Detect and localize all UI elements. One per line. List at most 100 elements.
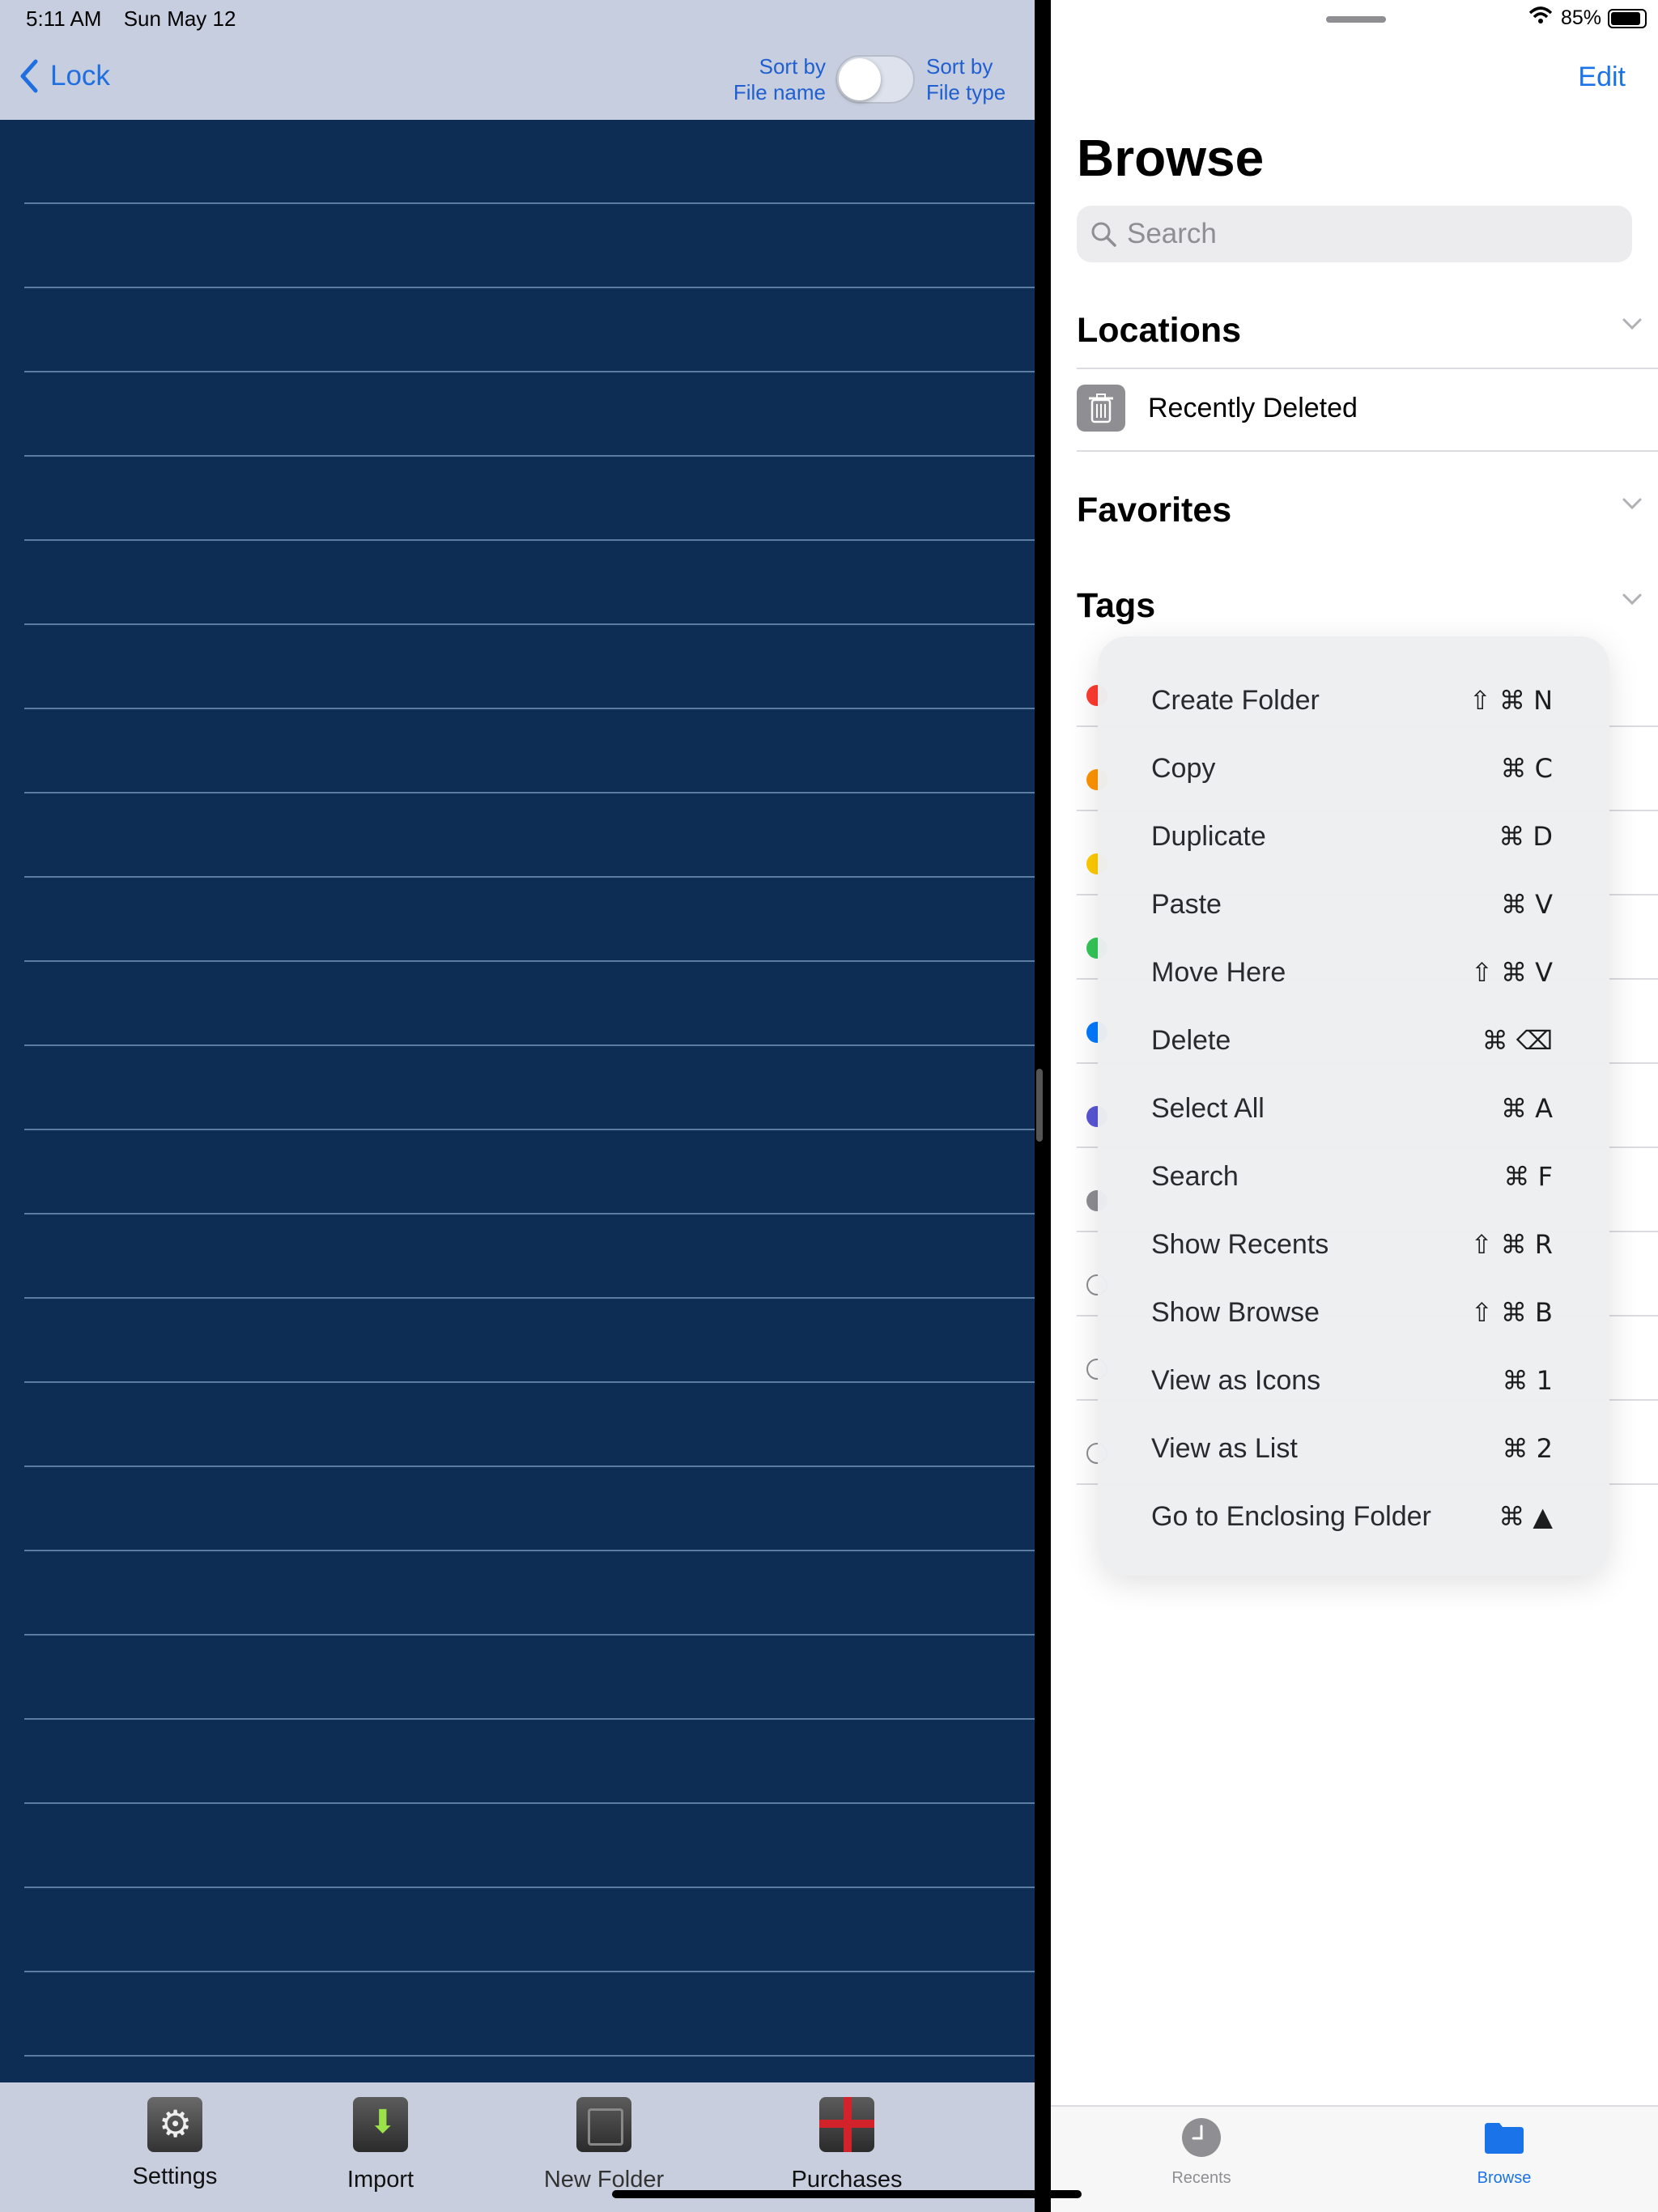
list-row-separator [24, 876, 1035, 878]
menu-item-label: Select All [1151, 1093, 1265, 1124]
settings-button[interactable]: Settings [94, 2097, 256, 2190]
back-button[interactable]: Lock [18, 58, 110, 94]
section-favorites-label: Favorites [1077, 491, 1232, 530]
list-row-separator [24, 960, 1035, 962]
menu-item[interactable]: Show Browse ⇧ ⌘ B [1098, 1278, 1609, 1346]
list-row-separator [24, 1465, 1035, 1467]
sort-toggle[interactable] [835, 55, 915, 104]
tab-browse[interactable]: Browse [1407, 2116, 1601, 2188]
list-row-separator [24, 1718, 1035, 1720]
menu-item-label: Move Here [1151, 957, 1286, 988]
menu-item[interactable]: View as Icons ⌘ 1 [1098, 1346, 1609, 1414]
divider [1077, 450, 1658, 452]
menu-item-shortcut: ⌘ 1 [1502, 1365, 1553, 1396]
status-date: Sun May 12 [123, 6, 236, 31]
import-label: Import [346, 2167, 414, 2193]
location-recently-deleted[interactable]: Recently Deleted [1077, 384, 1658, 432]
keyboard-shortcut-menu: Create Folder ⇧ ⌘ N Copy ⌘ C Duplicate ⌘ D Pas… [1098, 636, 1609, 1576]
menu-item-shortcut: ⌘ A [1500, 1093, 1553, 1124]
menu-item[interactable]: Duplicate ⌘ D [1098, 802, 1609, 870]
left-app: 5:11 AM Sun May 12 Lock Sort by File nam… [0, 0, 1035, 2212]
menu-item-label: Delete [1151, 1025, 1231, 1056]
tab-recents-label: Recents [1171, 2169, 1231, 2187]
sort-right-line1: Sort by [926, 54, 993, 79]
list-row-separator [24, 202, 1035, 204]
new-folder-button[interactable]: New Folder [523, 2097, 685, 2193]
section-favorites[interactable]: Favorites [1077, 491, 1648, 530]
list-row-separator [24, 2055, 1035, 2057]
folder-icon [1485, 2123, 1524, 2154]
settings-icon [147, 2097, 202, 2152]
tab-bar: Recents Browse [1051, 2105, 1658, 2212]
toggle-knob [839, 58, 881, 100]
menu-item-shortcut: ⌘ 2 [1502, 1433, 1553, 1464]
menu-item-label: Show Recents [1151, 1229, 1329, 1260]
file-list[interactable] [0, 120, 1035, 2082]
menu-item[interactable]: Create Folder ⇧ ⌘ N [1098, 666, 1609, 734]
left-header: 5:11 AM Sun May 12 Lock Sort by File nam… [0, 0, 1035, 120]
new-folder-icon [576, 2097, 631, 2152]
menu-item[interactable]: Show Recents ⇧ ⌘ R [1098, 1210, 1609, 1278]
home-indicator[interactable] [612, 2190, 1082, 2198]
menu-item-shortcut: ⌘ ⌫ [1482, 1025, 1553, 1056]
import-button[interactable]: Import [300, 2097, 461, 2193]
menu-item-shortcut: ⌘ ▲ [1499, 1501, 1553, 1532]
menu-item-shortcut: ⇧ ⌘ V [1470, 957, 1553, 988]
battery-icon [1608, 8, 1647, 28]
import-icon [353, 2097, 408, 2152]
window-grabber[interactable] [1326, 16, 1386, 23]
settings-label: Settings [132, 2163, 218, 2189]
list-row-separator [24, 1550, 1035, 1551]
status-bar-right: 85% [1528, 6, 1647, 30]
menu-item-label: View as Icons [1151, 1365, 1321, 1396]
list-row-separator [24, 1971, 1035, 1972]
section-tags[interactable]: Tags [1077, 586, 1648, 626]
list-row-separator [24, 1129, 1035, 1130]
tab-browse-label: Browse [1477, 2169, 1532, 2187]
menu-item[interactable]: View as List ⌘ 2 [1098, 1414, 1609, 1482]
list-row-separator [24, 1213, 1035, 1214]
tab-recents[interactable]: Recents [1104, 2116, 1299, 2188]
chevron-down-icon [1622, 593, 1642, 606]
list-row-separator [24, 287, 1035, 288]
edit-button[interactable]: Edit [1578, 62, 1626, 93]
divider [1077, 368, 1658, 369]
menu-item-shortcut: ⇧ ⌘ N [1469, 685, 1553, 716]
status-time: 5:11 AM [26, 6, 102, 31]
menu-item[interactable]: Paste ⌘ V [1098, 870, 1609, 938]
menu-item-shortcut: ⇧ ⌘ B [1470, 1297, 1553, 1328]
menu-item-label: Duplicate [1151, 821, 1266, 852]
files-app: 85% Edit Browse Search Locations Recentl… [1051, 0, 1658, 2212]
menu-item[interactable]: Go to Enclosing Folder ⌘ ▲ [1098, 1482, 1609, 1550]
list-row-separator [24, 623, 1035, 625]
search-input[interactable]: Search [1077, 206, 1632, 262]
list-row-separator [24, 1887, 1035, 1888]
menu-item[interactable]: Copy ⌘ C [1098, 734, 1609, 802]
menu-item[interactable]: Delete ⌘ ⌫ [1098, 1006, 1609, 1074]
section-tags-label: Tags [1077, 586, 1156, 625]
list-row-separator [24, 539, 1035, 541]
list-row-separator [24, 1044, 1035, 1046]
purchases-button[interactable]: Purchases [766, 2097, 928, 2193]
menu-item-shortcut: ⌘ C [1500, 753, 1553, 784]
list-row-separator [24, 371, 1035, 372]
menu-item[interactable]: Move Here ⇧ ⌘ V [1098, 938, 1609, 1006]
back-label: Lock [50, 60, 110, 91]
menu-item[interactable]: Search ⌘ F [1098, 1142, 1609, 1210]
menu-item-label: Copy [1151, 753, 1216, 784]
list-row-separator [24, 792, 1035, 793]
split-view-handle[interactable] [1036, 1069, 1043, 1142]
menu-item-label: Go to Enclosing Folder [1151, 1501, 1431, 1532]
list-row-separator [24, 455, 1035, 457]
list-row-separator [24, 1381, 1035, 1383]
menu-item[interactable]: Select All ⌘ A [1098, 1074, 1609, 1142]
search-placeholder: Search [1127, 218, 1217, 249]
list-row-separator [24, 1297, 1035, 1299]
wifi-icon [1528, 6, 1553, 30]
clock-icon [1182, 2118, 1221, 2157]
sort-by-type-label: Sort by File type [926, 53, 1005, 105]
menu-item-shortcut: ⌘ V [1500, 889, 1553, 920]
recently-deleted-label: Recently Deleted [1148, 392, 1358, 423]
section-locations[interactable]: Locations [1077, 311, 1648, 351]
menu-item-label: Search [1151, 1161, 1239, 1192]
